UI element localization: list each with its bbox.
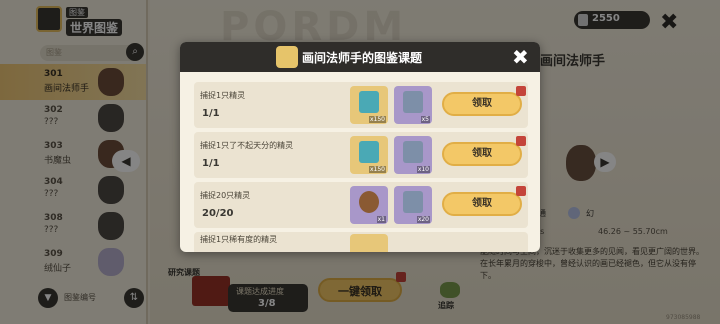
close-icon[interactable]: ✖ [512, 45, 529, 69]
reward-qty: x150 [368, 166, 386, 173]
task-progress: 1/1 [202, 158, 220, 169]
reward-item[interactable]: x1 [350, 186, 388, 224]
task-name: 捕捉1只了不起天分的精灵 [200, 141, 294, 150]
task-row: 捕捉1只了不起天分的精灵 1/1 x150 x10 领取 [194, 132, 528, 178]
task-name: 捕捉1只稀有度的精灵 [200, 235, 278, 244]
research-tasks-modal: 画间法师手的图鉴课题 ✖ 捕捉1只精灵 1/1 x150 x5 领取 捕捉1只了… [180, 42, 540, 252]
book-icon [359, 91, 379, 113]
claim-button[interactable]: 领取 [442, 142, 522, 166]
reward-item[interactable]: x10 [394, 136, 432, 174]
notification-badge-icon [516, 86, 526, 96]
book-icon [359, 141, 379, 163]
reward-item[interactable]: x150 [350, 136, 388, 174]
reward-item[interactable]: x150 [350, 86, 388, 124]
claim-button[interactable]: 领取 [442, 192, 522, 216]
task-name: 捕捉1只精灵 [200, 91, 246, 100]
claim-button[interactable]: 领取 [442, 92, 522, 116]
task-row: 捕捉20只精灵 20/20 x1 x20 领取 [194, 182, 528, 228]
notification-badge-icon [516, 136, 526, 146]
task-row: 捕捉1只稀有度的精灵 [194, 232, 528, 252]
task-progress: 20/20 [202, 208, 234, 219]
reward-qty: x5 [420, 116, 430, 123]
reward-qty: x20 [416, 216, 430, 223]
reward-qty: x1 [376, 216, 386, 223]
modal-header: 画间法师手的图鉴课题 ✖ [180, 42, 540, 72]
reward-item[interactable]: x20 [394, 186, 432, 224]
reward-qty: x10 [416, 166, 430, 173]
reward-item[interactable] [350, 234, 388, 252]
bag-icon [359, 191, 379, 213]
reward-qty: x150 [368, 116, 386, 123]
blade-icon [403, 141, 423, 163]
task-progress: 1/1 [202, 108, 220, 119]
reward-item[interactable]: x5 [394, 86, 432, 124]
blade-icon [403, 91, 423, 113]
blade-icon [403, 191, 423, 213]
task-row: 捕捉1只精灵 1/1 x150 x5 领取 [194, 82, 528, 128]
modal-title: 画间法师手的图鉴课题 [302, 51, 423, 65]
task-name: 捕捉20只精灵 [200, 191, 251, 200]
notification-badge-icon [516, 186, 526, 196]
creature-badge-icon [276, 46, 298, 68]
